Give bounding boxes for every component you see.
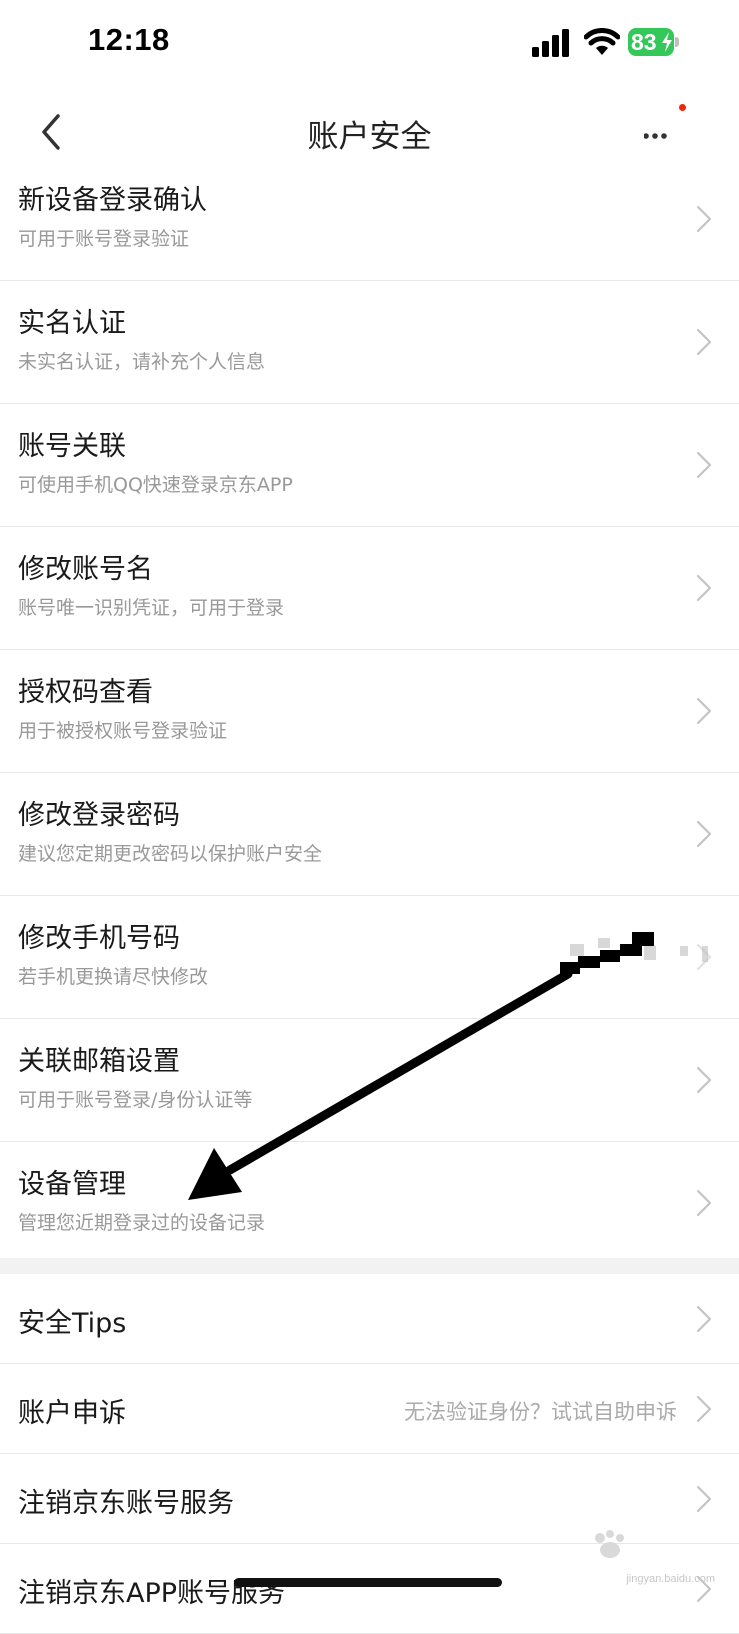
status-bar: 12:18 83 <box>0 0 739 88</box>
item-subtitle: 建议您定期更改密码以保护账户安全 <box>18 843 323 865</box>
notification-dot <box>679 104 686 111</box>
chevron-right-icon <box>696 1066 712 1094</box>
item-title: 实名认证 <box>18 308 126 339</box>
list-item-device-management[interactable]: 设备管理 管理您近期登录过的设备记录 <box>0 1142 739 1265</box>
item-subtitle: 可用于账号登录/身份认证等 <box>18 1089 253 1111</box>
item-title: 授权码查看 <box>18 677 153 708</box>
item-subtitle: 可用于账号登录验证 <box>18 228 190 250</box>
item-title: 注销京东APP账号服务 <box>18 1578 286 1609</box>
chevron-right-icon <box>696 697 712 725</box>
watermark-url: jingyan.baidu.com <box>626 1573 715 1585</box>
item-title: 关联邮箱设置 <box>18 1046 180 1077</box>
item-title: 修改登录密码 <box>18 800 180 831</box>
chevron-right-icon <box>696 943 712 971</box>
chevron-right-icon <box>696 574 712 602</box>
chevron-right-icon <box>696 820 712 848</box>
item-subtitle: 可使用手机QQ快速登录京东APP <box>18 474 293 496</box>
item-subtitle: 管理您近期登录过的设备记录 <box>18 1212 266 1234</box>
home-indicator[interactable] <box>234 1578 502 1587</box>
item-title: 修改账号名 <box>18 554 153 585</box>
item-hint: 无法验证身份？试试自助申诉 <box>404 1400 677 1424</box>
list-item-account-link[interactable]: 账号关联 可使用手机QQ快速登录京东APP <box>0 404 739 527</box>
signal-icon <box>532 29 569 57</box>
item-title: 新设备登录确认 <box>18 185 207 216</box>
list-item-account-appeal[interactable]: 账户申诉 无法验证身份？试试自助申诉 <box>0 1364 739 1454</box>
page-title: 账户安全 <box>307 119 432 155</box>
list-item-change-account-name[interactable]: 修改账号名 账号唯一识别凭证，可用于登录 <box>0 527 739 650</box>
baidu-jingyan-watermark <box>595 1530 624 1558</box>
chevron-right-icon <box>696 328 712 356</box>
item-subtitle: 账号唯一识别凭证，可用于登录 <box>18 597 285 619</box>
battery-icon: 83 <box>628 28 680 58</box>
item-title: 安全Tips <box>18 1308 127 1339</box>
list-item-security-tips[interactable]: 安全Tips <box>0 1274 739 1364</box>
more-button[interactable] <box>643 106 692 154</box>
battery-cap <box>675 37 679 47</box>
chevron-right-icon <box>696 1485 712 1513</box>
list-item-change-password[interactable]: 修改登录密码 建议您定期更改密码以保护账户安全 <box>0 773 739 896</box>
chevron-right-icon <box>696 451 712 479</box>
security-settings-list: 新设备登录确认 可用于账号登录验证 实名认证 未实名认证，请补充个人信息 账号关… <box>0 158 739 1265</box>
item-title: 账号关联 <box>18 431 126 462</box>
chevron-right-icon <box>696 1305 712 1333</box>
item-subtitle: 未实名认证，请补充个人信息 <box>18 351 266 373</box>
wifi-icon <box>584 28 620 55</box>
list-item-change-phone[interactable]: 修改手机号码 若手机更换请尽快修改 <box>0 896 739 1019</box>
item-subtitle: 若手机更换请尽快修改 <box>18 966 209 988</box>
chevron-right-icon <box>696 1395 712 1423</box>
item-title: 账户申诉 <box>18 1398 126 1429</box>
item-title: 注销京东账号服务 <box>18 1488 234 1519</box>
list-item-auth-code[interactable]: 授权码查看 用于被授权账号登录验证 <box>0 650 739 773</box>
item-subtitle: 用于被授权账号登录验证 <box>18 720 228 742</box>
more-dots-icon <box>643 133 667 139</box>
chevron-right-icon <box>696 205 712 233</box>
item-title: 修改手机号码 <box>18 923 180 954</box>
list-item-email-settings[interactable]: 关联邮箱设置 可用于账号登录/身份认证等 <box>0 1019 739 1142</box>
charging-bolt-icon <box>662 32 672 52</box>
chevron-right-icon <box>696 1189 712 1217</box>
list-item-new-device-login[interactable]: 新设备登录确认 可用于账号登录验证 <box>0 158 739 281</box>
item-title: 设备管理 <box>18 1169 126 1200</box>
section-divider <box>0 1258 739 1274</box>
status-time: 12:18 <box>88 22 170 57</box>
list-item-real-name-auth[interactable]: 实名认证 未实名认证，请补充个人信息 <box>0 281 739 404</box>
